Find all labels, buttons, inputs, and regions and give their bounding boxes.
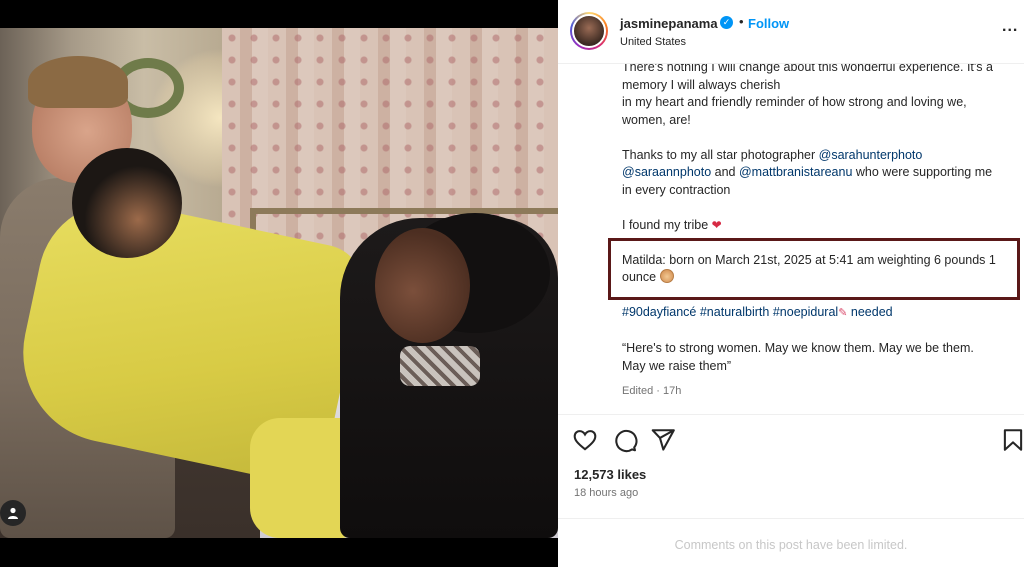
share-icon[interactable] — [650, 427, 676, 453]
post-timestamp[interactable]: 18 hours ago — [574, 487, 638, 499]
caption-line: There's nothing I will change about this… — [622, 64, 993, 74]
caption-line: in every contraction — [622, 182, 731, 197]
hashtag-link[interactable]: #naturalbirth — [700, 305, 770, 319]
comment-icon[interactable] — [612, 427, 638, 453]
likes-count[interactable]: 12,573 likes — [574, 467, 646, 482]
caption-quote-line: “Here's to strong women. May we know the… — [622, 341, 974, 355]
caption-quote-line: May we raise them” — [622, 358, 732, 373]
caption-text: Thanks to my all star photographer — [622, 147, 819, 162]
post-photo — [0, 28, 558, 538]
heart-emoji-icon: ❤ — [711, 217, 722, 232]
birth-announcement-line: ounce — [622, 269, 1024, 287]
author-username[interactable]: jasminepanama — [620, 16, 718, 31]
post-details-panel: jasminepanama ✓ • Follow United States .… — [558, 0, 1024, 567]
post-header: jasminepanama ✓ • Follow United States .… — [558, 0, 1024, 64]
caption-thanks-line: Thanks to my all star photographer @sara… — [622, 147, 1024, 165]
mention-link[interactable]: @sarahunterphoto — [819, 148, 923, 162]
photo-midwife-face — [375, 228, 470, 343]
photo-man-hair — [28, 56, 128, 108]
caption-thanks-line: @saraannphoto and @mattbranistareanu who… — [622, 164, 1024, 182]
mention-link[interactable]: @mattbranistareanu — [739, 165, 852, 179]
caption-text: ounce — [622, 270, 660, 284]
heart-icon[interactable] — [572, 427, 598, 453]
baby-emoji-icon — [659, 269, 674, 283]
hashtag-link[interactable]: #90dayfiancé — [622, 305, 696, 319]
caption-line: memory I will always cherish — [622, 77, 781, 92]
header-separator: • — [739, 14, 744, 29]
caption-text: who were supporting me — [852, 165, 993, 179]
follow-button[interactable]: Follow — [748, 16, 789, 31]
post-caption: There's nothing I will change about this… — [622, 64, 1024, 409]
caption-text: and — [711, 165, 739, 179]
caption-line: in my heart and friendly reminder of how… — [622, 95, 967, 109]
user-tag-icon[interactable] — [0, 500, 26, 526]
comments-limited-notice: Comments on this post have been limited. — [558, 518, 1024, 567]
author-avatar[interactable] — [570, 12, 608, 50]
hashtag-link[interactable]: #noepidural — [773, 305, 838, 319]
caption-hashtags: #90dayfiancé #naturalbirth #noepidural✎ … — [622, 304, 1024, 323]
post-location[interactable]: United States — [620, 36, 686, 48]
caption-text: I found my tribe — [622, 217, 712, 232]
caption-text: needed — [850, 305, 893, 319]
caption-tribe-line: I found my tribe ❤ — [622, 217, 1024, 235]
birth-announcement-line: Matilda: born on March 21st, 2025 at 5:4… — [622, 252, 996, 267]
photo-woman-head — [72, 148, 182, 258]
post-media[interactable] — [0, 0, 558, 567]
edited-timestamp: Edited · 17h — [622, 385, 682, 397]
caption-line: women, are! — [622, 112, 691, 127]
more-options-icon[interactable]: ... — [1002, 18, 1018, 36]
verified-badge-icon: ✓ — [720, 16, 733, 29]
post-actions: 12,573 likes 18 hours ago — [558, 414, 1024, 524]
mention-link[interactable]: @saraannphoto — [622, 165, 711, 179]
photo-midwife-scarf — [400, 346, 480, 386]
syringe-emoji-icon: ✎ — [838, 307, 848, 319]
bookmark-icon[interactable] — [1000, 427, 1024, 453]
